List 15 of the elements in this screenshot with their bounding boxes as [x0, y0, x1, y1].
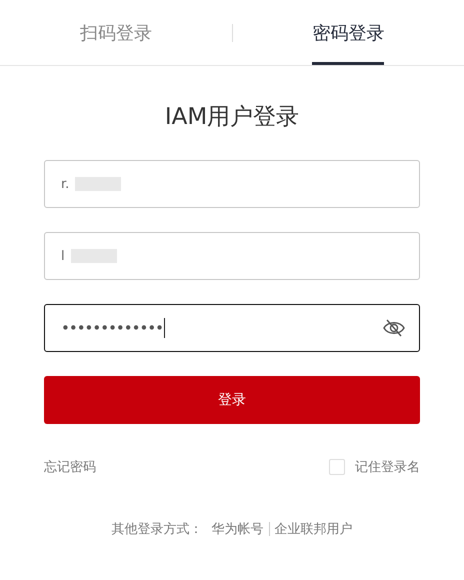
login-button[interactable]: 登录 — [44, 376, 420, 424]
password-field[interactable]: ••••••••••••• — [44, 304, 420, 352]
tab[interactable]: 扫码登录 — [80, 0, 152, 65]
tab[interactable]: 密码登录 — [312, 0, 384, 65]
eye-slash-icon[interactable] — [383, 319, 405, 337]
forgot-password-link[interactable]: 忘记密码 — [44, 458, 96, 476]
checkbox[interactable] — [329, 459, 345, 475]
input-field[interactable]: r. — [44, 160, 420, 208]
input-field[interactable]: l — [44, 232, 420, 280]
checkbox-label: 记住登录名 — [355, 459, 420, 476]
text-cursor — [164, 318, 166, 338]
login-option-link[interactable]: 华为帐号 — [212, 520, 264, 538]
form-title: IAM用户登录 — [164, 103, 300, 132]
login-option-link[interactable]: 企业联邦用户 — [274, 520, 352, 538]
other-login-label: 其他登录方式： — [112, 521, 202, 538]
